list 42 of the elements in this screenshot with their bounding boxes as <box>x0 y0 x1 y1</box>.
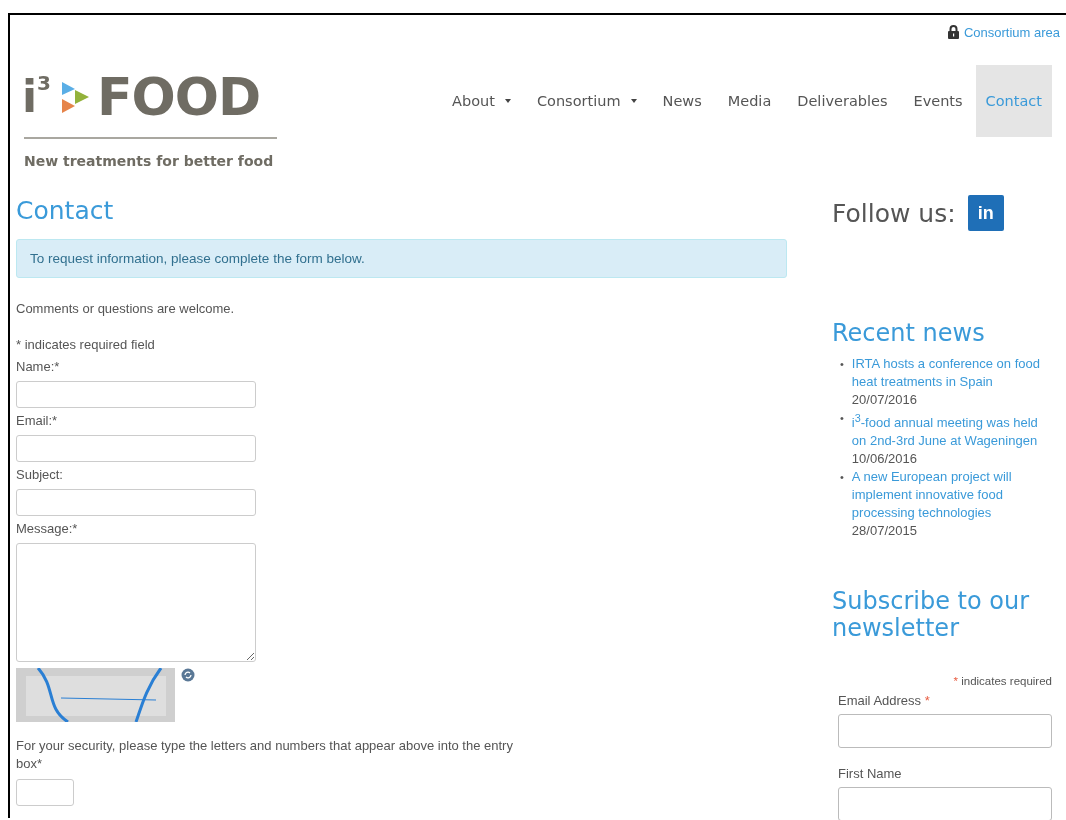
news-date: 28/07/2015 <box>851 523 917 539</box>
field-label: Subject: <box>16 466 64 484</box>
nav-item[interactable]: News <box>649 65 715 137</box>
follow-heading: Follow us: <box>832 198 956 228</box>
bullet-icon: • <box>840 468 844 541</box>
field-label: Name:* <box>16 358 61 376</box>
nav-item[interactable]: Media <box>714 65 785 137</box>
captcha-prompt: For your security, please type the letters and numbers that appear above into the entry box* <box>16 737 514 773</box>
captcha-field[interactable] <box>16 779 74 806</box>
section-heading: Recent news <box>832 319 986 347</box>
nav-item[interactable]: About <box>439 65 524 137</box>
required-note: * indicates required field <box>16 336 156 354</box>
lock-icon <box>947 25 959 39</box>
info-notice: To request information, please complete the form below. <box>16 239 787 278</box>
intro-text: Comments or questions are welcome. <box>16 300 236 318</box>
nav-item[interactable]: Deliverables <box>784 65 901 137</box>
field-label: First Name <box>838 766 902 782</box>
required-note: indicates required <box>961 675 1052 688</box>
bullet-icon: • <box>840 409 844 469</box>
field-label: Email:* <box>16 412 59 430</box>
input-field[interactable] <box>16 381 256 408</box>
input-field[interactable] <box>16 435 256 462</box>
logo-tagline: New treatments for better food <box>24 152 274 171</box>
input-field[interactable] <box>838 714 1052 749</box>
input-field[interactable] <box>838 787 1052 820</box>
field-label: Email Address <box>838 693 922 709</box>
logo-mark: i$^{3}$ <box>22 75 51 119</box>
required-asterisk: * <box>953 675 958 688</box>
section-heading: Subscribe to our newsletter <box>832 588 1031 643</box>
nav-item[interactable]: Events <box>900 65 976 137</box>
news-date: 20/07/2016 <box>851 392 917 407</box>
input-field[interactable] <box>16 489 256 516</box>
refresh-icon[interactable] <box>181 668 195 682</box>
required-asterisk: * <box>924 693 930 709</box>
page-title: Contact <box>16 195 115 227</box>
bullet-icon: • <box>840 355 844 409</box>
nav-item[interactable]: Consortium <box>523 65 650 137</box>
field-label: Message:* <box>16 520 79 538</box>
message-field[interactable] <box>16 543 256 662</box>
logo-wordmark: FOOD <box>97 71 261 123</box>
news-date: 10/06/2016 <box>851 451 917 467</box>
linkedin-button[interactable]: in <box>967 195 1004 231</box>
